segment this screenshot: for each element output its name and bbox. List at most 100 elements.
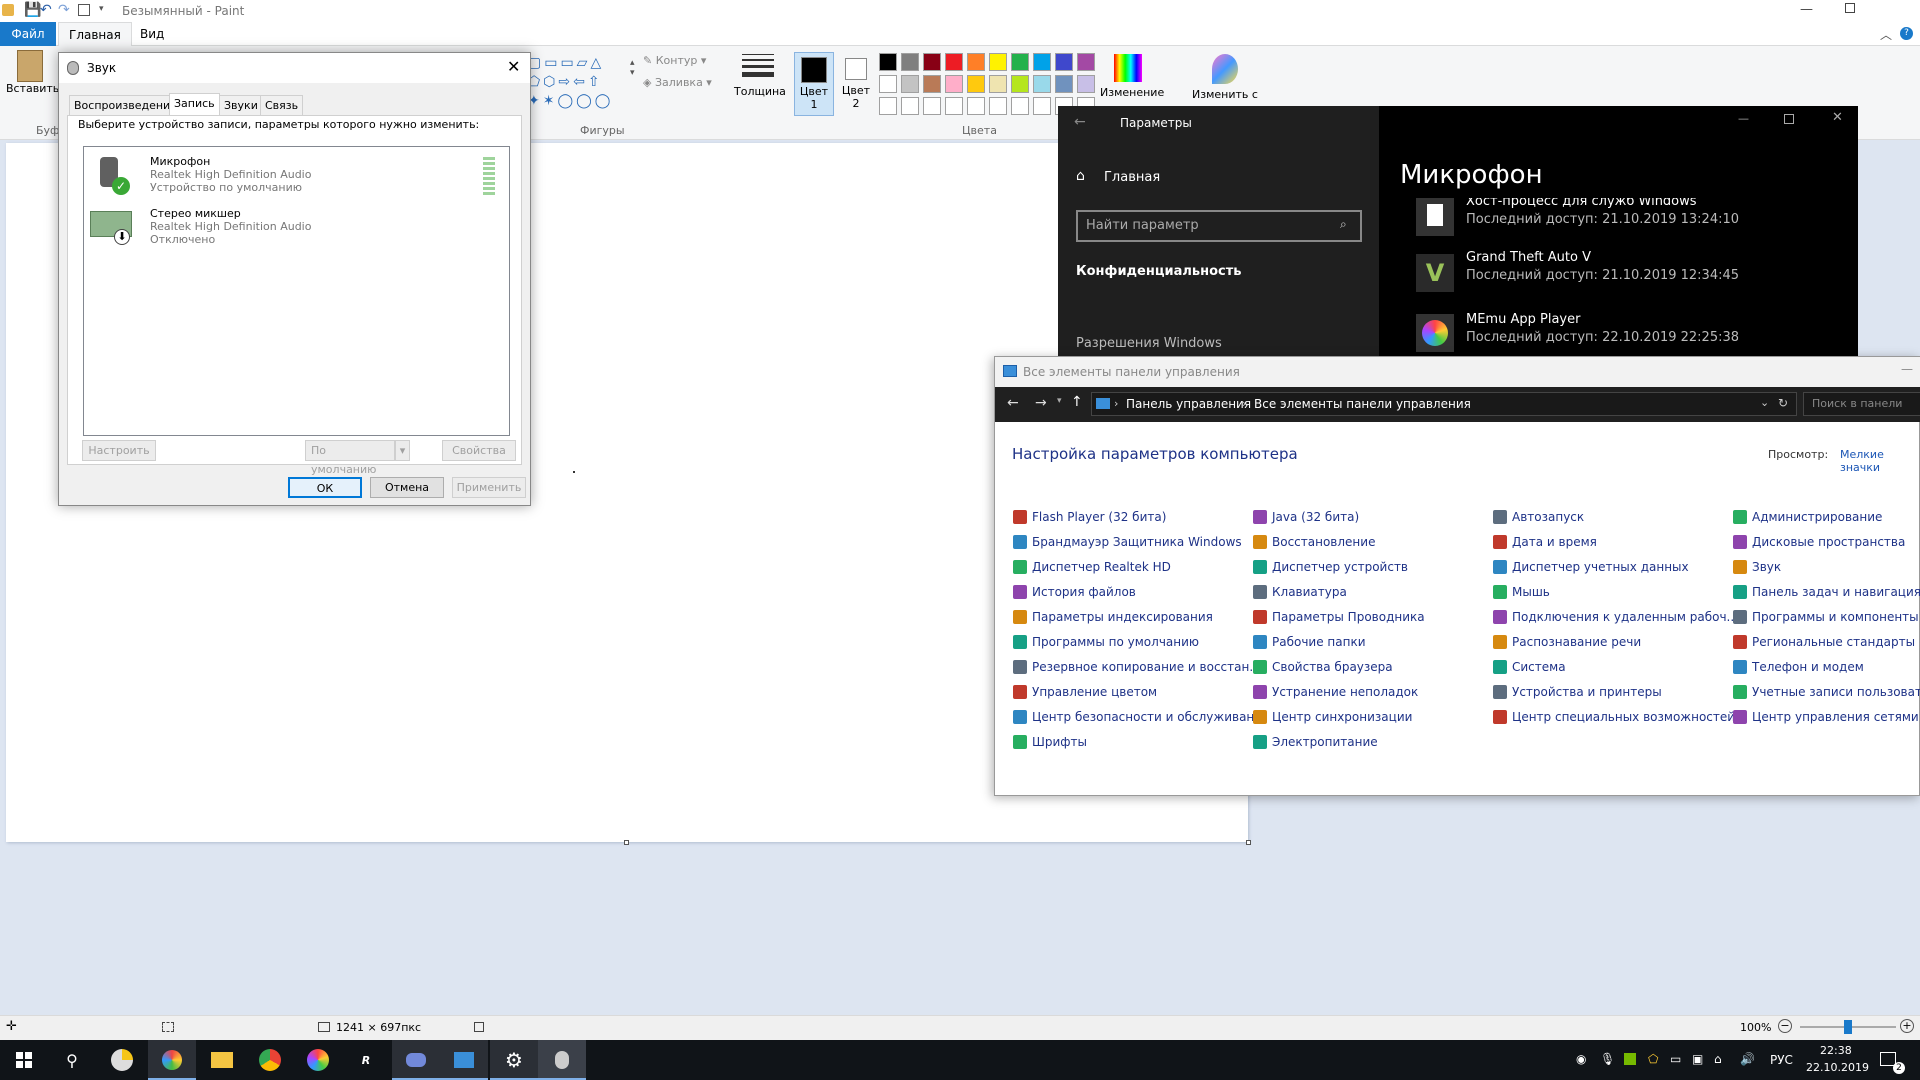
clock-date[interactable]: 22.10.2019	[1806, 1061, 1869, 1074]
shapes-scroll-icon[interactable]: ▴ ▾	[630, 58, 635, 78]
cpanel-item[interactable]: Центр синхронизации	[1253, 707, 1412, 727]
palette-swatch[interactable]	[967, 97, 985, 115]
palette-swatch[interactable]	[945, 97, 963, 115]
palette-swatch[interactable]	[989, 53, 1007, 71]
back-arrow-icon[interactable]: ←	[1074, 114, 1086, 130]
paste-button[interactable]: Вставить	[6, 50, 59, 95]
cpanel-item[interactable]: Панель задач и навигация	[1733, 582, 1920, 602]
cpanel-item[interactable]: Центр управления сетями и об	[1733, 707, 1920, 727]
palette-swatch[interactable]	[1011, 75, 1029, 93]
zoom-slider[interactable]	[1800, 1020, 1896, 1034]
palette-swatch[interactable]	[1055, 75, 1073, 93]
language-indicator[interactable]: РУС	[1770, 1053, 1793, 1067]
cpanel-item[interactable]: Устранение неполадок	[1253, 682, 1418, 702]
cpanel-item[interactable]: Рабочие папки	[1253, 632, 1366, 652]
cpanel-item[interactable]: История файлов	[1013, 582, 1136, 602]
palette-swatch[interactable]	[901, 53, 919, 71]
zoom-in-icon[interactable]: +	[1900, 1019, 1914, 1033]
search-button[interactable]: ⚲	[48, 1040, 96, 1080]
color2-button[interactable]: Цвет 2	[838, 52, 874, 110]
palette-swatch[interactable]	[967, 53, 985, 71]
cpanel-item[interactable]: Дата и время	[1493, 532, 1597, 552]
print-icon[interactable]	[78, 4, 90, 16]
cpanel-item[interactable]: Телефон и модем	[1733, 657, 1864, 677]
breadcrumb-control-panel[interactable]: Панель управления	[1126, 397, 1251, 411]
palette-swatch[interactable]	[901, 75, 919, 93]
back-arrow-icon[interactable]: ←	[1007, 395, 1019, 411]
cpanel-item[interactable]: Звук	[1733, 557, 1781, 577]
cpanel-item[interactable]: Клавиатура	[1253, 582, 1347, 602]
taskbar-app-control-panel[interactable]	[440, 1040, 488, 1080]
taskbar-app-settings[interactable]: ⚙	[490, 1040, 538, 1080]
cpanel-item[interactable]: Программы по умолчанию	[1013, 632, 1199, 652]
address-dropdown-icon[interactable]: ⌄	[1760, 396, 1769, 409]
palette-swatch[interactable]	[1033, 53, 1051, 71]
qat-dropdown-icon[interactable]: ▾	[99, 4, 104, 14]
palette-swatch[interactable]	[1011, 97, 1029, 115]
palette-swatch[interactable]	[1033, 97, 1051, 115]
cpanel-item[interactable]: Java (32 бита)	[1253, 507, 1359, 527]
cpanel-item[interactable]: Резервное копирование и восстан...	[1013, 657, 1261, 677]
cpanel-item[interactable]: Автозапуск	[1493, 507, 1584, 527]
palette-swatch[interactable]	[923, 75, 941, 93]
cpanel-item[interactable]: Свойства браузера	[1253, 657, 1393, 677]
cpanel-item[interactable]: Восстановление	[1253, 532, 1375, 552]
cpanel-search-input[interactable]: Поиск в панели	[1812, 397, 1902, 410]
undo-icon[interactable]: ↶	[40, 2, 52, 18]
tab-playback[interactable]: Воспроизведение	[69, 95, 182, 116]
resize-handle-corner[interactable]	[1246, 840, 1251, 845]
cpanel-item[interactable]: Программы и компоненты	[1733, 607, 1919, 627]
nvidia-tray-icon[interactable]	[1624, 1053, 1636, 1065]
cpanel-item[interactable]: Мышь	[1493, 582, 1550, 602]
cpanel-item[interactable]: Flash Player (32 бита)	[1013, 507, 1166, 527]
recent-dropdown-icon[interactable]: ▾	[1057, 396, 1062, 406]
cpanel-item[interactable]: Подключения к удаленным рабоч...	[1493, 607, 1738, 627]
color1-button[interactable]: Цвет 1	[794, 52, 834, 116]
palette-swatch[interactable]	[1077, 53, 1095, 71]
cpanel-item[interactable]: Шрифты	[1013, 732, 1087, 752]
zoom-slider-thumb[interactable]	[1844, 1020, 1852, 1034]
device-stereo-mix[interactable]: ⬇ Стерео микшер Realtek High Definition …	[86, 205, 507, 251]
taskbar-app-memu[interactable]	[294, 1040, 342, 1080]
address-field[interactable]: › Панель управления › Все элементы панел…	[1091, 392, 1797, 416]
palette-swatch[interactable]	[923, 53, 941, 71]
settings-search-input[interactable]: Найти параметр	[1086, 218, 1199, 233]
fill-button[interactable]: ◈ Заливка ▾	[643, 76, 712, 89]
palette-swatch[interactable]	[1077, 75, 1095, 93]
cpanel-item[interactable]: Система	[1493, 657, 1566, 677]
taskbar-app-discord[interactable]	[392, 1040, 440, 1080]
save-icon[interactable]: 💾	[24, 2, 41, 18]
chat-tray-icon[interactable]: ▭	[1670, 1052, 1681, 1066]
view-mode-link[interactable]: Мелкие значки	[1840, 448, 1919, 474]
redo-icon[interactable]: ↷	[58, 2, 70, 18]
palette-swatch[interactable]	[1011, 53, 1029, 71]
clock-time[interactable]: 22:38	[1820, 1044, 1852, 1057]
network-tray-icon[interactable]: ⌂	[1714, 1052, 1722, 1066]
cpanel-item[interactable]: Учетные записи пользователей	[1733, 682, 1920, 702]
edit-colors-button[interactable]: Изменение	[1100, 54, 1164, 99]
minimize-icon[interactable]: —	[1738, 112, 1749, 125]
taskbar-app-rockstar[interactable]: R	[342, 1040, 390, 1080]
memu-tray-icon[interactable]: ⬠	[1648, 1052, 1658, 1066]
cancel-button[interactable]: Отмена	[370, 477, 444, 498]
taskbar-app-explorer[interactable]	[198, 1040, 246, 1080]
close-icon[interactable]: ✕	[507, 57, 520, 76]
taskbar-app-sound[interactable]	[538, 1040, 586, 1080]
microphone-tray-icon[interactable]: 🎙	[1600, 1052, 1615, 1066]
tab-communications[interactable]: Связь	[260, 95, 304, 116]
tab-sounds[interactable]: Звуки	[219, 95, 263, 116]
cpanel-item[interactable]: Управление цветом	[1013, 682, 1157, 702]
breadcrumb-all-items[interactable]: Все элементы панели управления	[1254, 397, 1471, 411]
shapes-gallery[interactable]: ▢▭▭▱△ ⬠⬡⇨⇦⇧ ✦✶◯◯◯	[528, 54, 632, 114]
palette-swatch[interactable]	[967, 75, 985, 93]
palette-swatch[interactable]	[879, 53, 897, 71]
cpanel-item[interactable]: Электропитание	[1253, 732, 1378, 752]
close-icon[interactable]: ✕	[1832, 110, 1843, 125]
discord-tray-icon[interactable]: ◉	[1576, 1052, 1586, 1066]
refresh-icon[interactable]: ↻	[1778, 396, 1788, 410]
volume-tray-icon[interactable]: 🔊	[1740, 1052, 1755, 1066]
set-default-button[interactable]: По умолчанию	[305, 440, 395, 476]
palette-swatch[interactable]	[879, 75, 897, 93]
tab-file[interactable]: Файл	[0, 22, 56, 46]
palette-swatch[interactable]	[945, 75, 963, 93]
